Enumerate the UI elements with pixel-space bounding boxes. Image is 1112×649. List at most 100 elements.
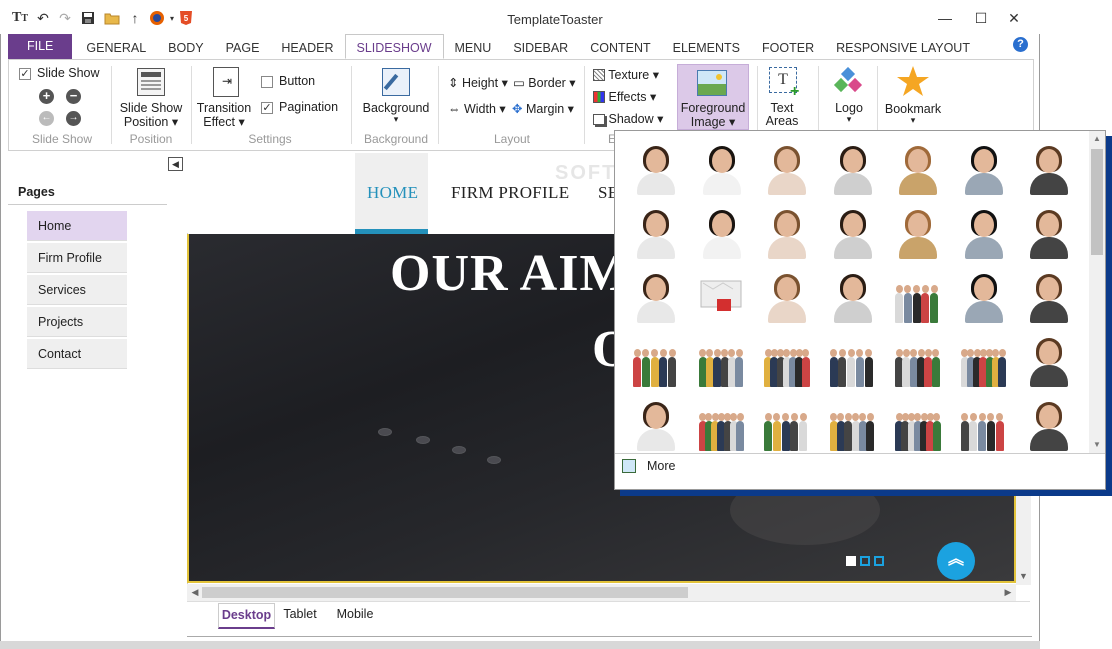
page-item-home[interactable]: Home [27, 211, 127, 241]
foreground-image-label-2[interactable]: Image ▾ [677, 114, 749, 129]
gallery-thumbnail[interactable] [762, 401, 812, 453]
pagination-checkbox[interactable]: ✓ [261, 102, 273, 114]
gallery-thumbnail[interactable] [697, 273, 747, 325]
site-nav-firm-profile[interactable]: FIRM PROFILE [451, 183, 569, 203]
gallery-thumbnail[interactable] [697, 337, 747, 389]
gallery-thumbnail[interactable] [1024, 273, 1074, 325]
gallery-thumbnail[interactable] [959, 209, 1009, 261]
background-button-label[interactable]: Background [356, 101, 436, 115]
next-slide-icon[interactable]: → [66, 111, 81, 126]
gallery-thumbnail[interactable] [828, 209, 878, 261]
more-images-label[interactable]: More [647, 459, 675, 473]
gallery-thumbnail[interactable] [893, 337, 943, 389]
prev-slide-icon[interactable]: ← [39, 111, 54, 126]
tab-general[interactable]: GENERAL [75, 34, 157, 59]
gallery-thumbnail[interactable] [959, 337, 1009, 389]
gallery-thumbnail[interactable] [1024, 145, 1074, 197]
width-button[interactable]: ⇔ Width ▾ [448, 101, 506, 116]
page-item-services[interactable]: Services [27, 275, 127, 305]
gallery-thumbnail[interactable] [697, 145, 747, 197]
slideshow-position-label-2[interactable]: Position ▾ [113, 114, 189, 129]
tab-page[interactable]: PAGE [215, 34, 271, 59]
logo-icon[interactable] [833, 66, 863, 97]
horizontal-scroll-thumb[interactable] [202, 587, 688, 598]
tab-responsive-layout[interactable]: RESPONSIVE LAYOUT [825, 34, 981, 59]
gallery-thumbnail[interactable] [631, 401, 681, 453]
slide-pager-dot-3[interactable] [874, 556, 884, 566]
more-images-icon[interactable] [622, 459, 636, 473]
page-item-contact[interactable]: Contact [27, 339, 127, 369]
gallery-thumbnail[interactable] [828, 273, 878, 325]
gallery-thumbnail[interactable] [762, 273, 812, 325]
gallery-thumbnail[interactable] [959, 273, 1009, 325]
gallery-thumbnail[interactable] [631, 337, 681, 389]
scroll-down-arrow[interactable]: ▼ [1016, 571, 1031, 583]
gallery-scroll-thumb[interactable] [1091, 149, 1103, 255]
gallery-thumbnail[interactable] [1024, 209, 1074, 261]
maximize-button[interactable]: ☐ [966, 8, 996, 28]
transition-effect-label-2[interactable]: Effect ▾ [193, 114, 255, 129]
transition-effect-label-1[interactable]: Transition [193, 101, 255, 115]
tab-sidebar[interactable]: SIDEBAR [502, 34, 579, 59]
close-button[interactable]: ✕ [999, 8, 1029, 28]
bookmark-star-icon[interactable] [896, 65, 930, 97]
page-item-firm-profile[interactable]: Firm Profile [27, 243, 127, 273]
tab-file[interactable]: FILE [8, 34, 73, 59]
tab-menu[interactable]: MENU [444, 34, 503, 59]
gallery-thumbnail[interactable] [631, 273, 681, 325]
text-areas-label-1[interactable]: Text [756, 101, 808, 115]
slideshow-position-label-1[interactable]: Slide Show [113, 101, 189, 115]
margin-button[interactable]: ✥ Margin ▾ [512, 101, 574, 116]
scroll-right-arrow[interactable]: ▶ [1002, 585, 1014, 599]
slide-pager-dot-1[interactable] [846, 556, 856, 566]
add-slide-icon[interactable]: + [39, 89, 54, 104]
gallery-thumbnail[interactable] [828, 401, 878, 453]
collapse-panel-button[interactable]: ◀ [168, 157, 183, 171]
gallery-thumbnail[interactable] [959, 401, 1009, 453]
gallery-thumbnail[interactable] [959, 145, 1009, 197]
border-button[interactable]: ▭ Border ▾ [513, 75, 576, 90]
background-brush-icon[interactable] [382, 68, 410, 96]
gallery-thumbnail[interactable] [1024, 401, 1074, 453]
slideshow-checkbox[interactable]: ✓ [19, 68, 31, 80]
tab-elements[interactable]: ELEMENTS [662, 34, 751, 59]
tab-footer[interactable]: FOOTER [751, 34, 825, 59]
background-dropdown-icon[interactable]: ▾ [356, 114, 436, 125]
slide-pager-dot-2[interactable] [860, 556, 870, 566]
device-tab-mobile[interactable]: Mobile [327, 603, 383, 629]
scroll-left-arrow[interactable]: ◀ [189, 585, 201, 599]
device-tab-desktop[interactable]: Desktop [218, 603, 275, 629]
help-icon[interactable]: ? [1013, 37, 1028, 52]
site-nav-home[interactable]: HOME [367, 183, 418, 203]
bookmark-label[interactable]: Bookmark [880, 102, 946, 116]
logo-label[interactable]: Logo [822, 101, 876, 115]
bookmark-dropdown-icon[interactable]: ▾ [880, 115, 946, 126]
tab-slideshow[interactable]: SLIDESHOW [344, 34, 444, 59]
device-tab-tablet[interactable]: Tablet [276, 603, 324, 629]
effects-button[interactable]: Effects ▾ [593, 89, 656, 104]
tab-header[interactable]: HEADER [270, 34, 344, 59]
scroll-to-top-icon[interactable]: ︽ [937, 542, 975, 580]
tab-content[interactable]: CONTENT [579, 34, 661, 59]
gallery-thumbnail[interactable] [697, 401, 747, 453]
gallery-thumbnail[interactable] [893, 401, 943, 453]
tab-body[interactable]: BODY [157, 34, 214, 59]
gallery-thumbnail[interactable] [893, 145, 943, 197]
gallery-thumbnail[interactable] [697, 209, 747, 261]
gallery-thumbnail[interactable] [893, 209, 943, 261]
gallery-thumbnail[interactable] [762, 145, 812, 197]
logo-dropdown-icon[interactable]: ▾ [822, 114, 876, 125]
gallery-thumbnail[interactable] [893, 273, 943, 325]
text-areas-label-2[interactable]: Areas [756, 114, 808, 128]
gallery-scroll-down-arrow[interactable]: ▼ [1089, 440, 1105, 449]
button-checkbox[interactable] [261, 76, 273, 88]
gallery-thumbnail[interactable] [762, 337, 812, 389]
gallery-thumbnail[interactable] [762, 209, 812, 261]
gallery-thumbnail[interactable] [631, 145, 681, 197]
gallery-more-bar[interactable] [615, 453, 1105, 480]
minimize-button[interactable]: — [930, 8, 960, 28]
texture-button[interactable]: Texture ▾ [593, 67, 659, 82]
gallery-thumbnail[interactable] [828, 337, 878, 389]
shadow-button[interactable]: Shadow ▾ [593, 111, 663, 126]
remove-slide-icon[interactable]: − [66, 89, 81, 104]
